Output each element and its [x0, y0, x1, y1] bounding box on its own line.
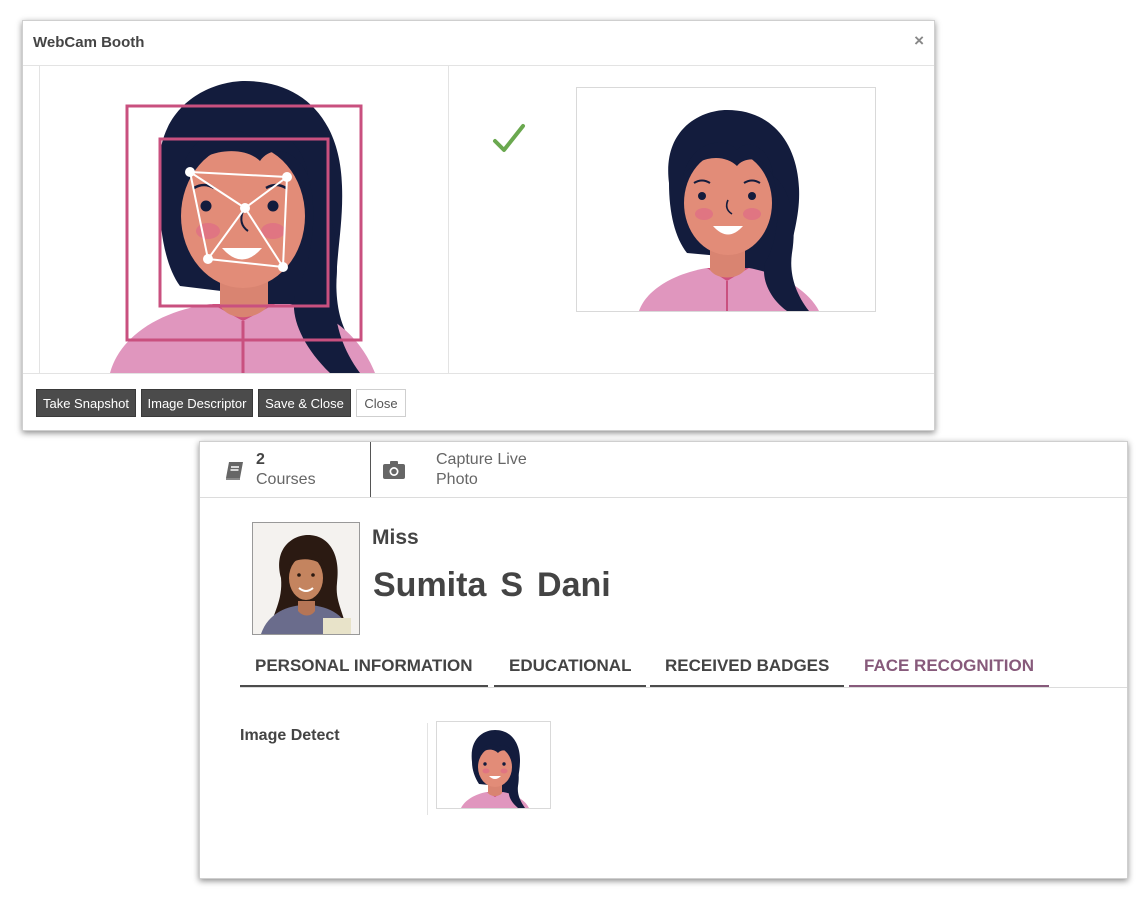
- tab-educational[interactable]: EDUCATIONAL: [494, 647, 647, 687]
- student-photo: [253, 523, 359, 634]
- last-name[interactable]: Dani: [537, 566, 611, 604]
- dialog-body: [23, 66, 934, 373]
- tab-received-badges[interactable]: RECEIVED BADGES: [650, 647, 845, 687]
- capture-label-line2: Photo: [436, 470, 478, 488]
- courses-smart-button[interactable]: 2 Courses: [220, 442, 370, 497]
- student-name: Sumita S Dani: [373, 566, 625, 605]
- snapshot-portrait-image: [639, 110, 819, 311]
- courses-count: 2: [256, 450, 265, 468]
- student-avatar[interactable]: [252, 522, 360, 635]
- field-divider: [427, 723, 428, 815]
- image-detect-label: Image Detect: [240, 727, 340, 744]
- student-form: 2 Courses Capture Live Photo Miss Sumita…: [199, 441, 1128, 879]
- book-icon: [226, 461, 243, 480]
- save-close-button[interactable]: Save & Close: [258, 389, 351, 417]
- detected-face-image: [461, 730, 529, 808]
- image-detect-thumbnail[interactable]: [436, 721, 551, 809]
- smart-button-divider: [370, 442, 371, 497]
- dialog-header: WebCam Booth ×: [23, 21, 934, 66]
- take-snapshot-button[interactable]: Take Snapshot: [36, 389, 136, 417]
- face-detection-illustration: [110, 81, 375, 373]
- capture-label-line1: Capture Live: [436, 450, 527, 468]
- smart-button-bar: 2 Courses Capture Live Photo: [200, 442, 1127, 498]
- webcam-booth-dialog: WebCam Booth × Take Snapshot Image Descr…: [22, 20, 935, 431]
- student-title: Miss: [372, 526, 419, 549]
- dialog-footer: Take Snapshot Image Descriptor Save & Cl…: [23, 373, 934, 431]
- snapshot-preview: [576, 87, 876, 312]
- close-icon[interactable]: ×: [914, 31, 924, 51]
- tab-face-recognition[interactable]: FACE RECOGNITION: [849, 647, 1050, 687]
- first-name[interactable]: Sumita: [373, 566, 486, 604]
- close-button[interactable]: Close: [356, 389, 406, 417]
- camera-icon: [383, 460, 405, 479]
- courses-label: Courses: [256, 470, 316, 488]
- middle-name[interactable]: S: [500, 566, 523, 604]
- live-camera-feed: [39, 66, 449, 373]
- image-descriptor-button[interactable]: Image Descriptor: [141, 389, 253, 417]
- tab-personal-information[interactable]: PERSONAL INFORMATION: [240, 647, 488, 687]
- checkmark-icon: [493, 124, 525, 152]
- form-tabs: PERSONAL INFORMATION EDUCATIONAL RECEIVE…: [240, 647, 1127, 688]
- capture-live-photo-button[interactable]: Capture Live Photo: [380, 442, 540, 497]
- dialog-title: WebCam Booth: [33, 34, 145, 51]
